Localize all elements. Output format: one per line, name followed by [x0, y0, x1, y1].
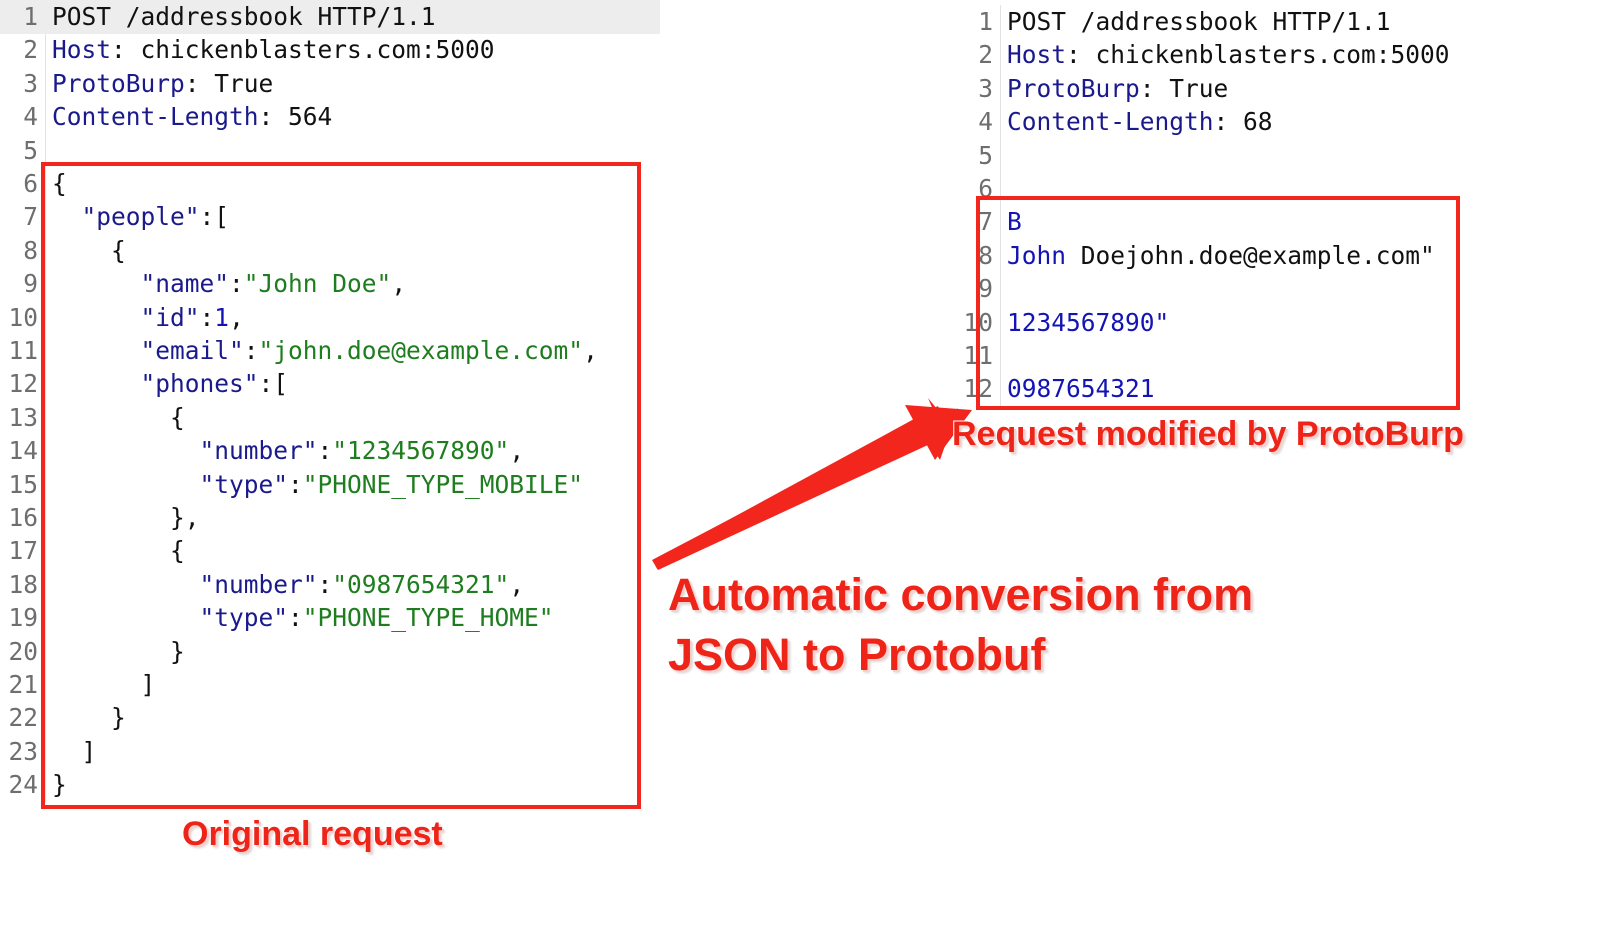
line-number: 21	[8, 670, 38, 699]
line-number: 10	[8, 302, 38, 332]
header-value: 564	[288, 102, 333, 132]
header-name: ProtoBurp	[1007, 73, 1140, 103]
code-line: 1 POST /addressbook HTTP/1.1	[0, 0, 660, 34]
line-number: 22	[8, 703, 38, 733]
code-line: 2 Host: chickenblasters.com:5000	[955, 38, 1600, 72]
line-number: 12	[8, 369, 38, 399]
code-line: 4 Content-Length: 564	[0, 100, 660, 134]
line-number: 19	[8, 603, 38, 633]
header-name: Host	[52, 35, 112, 65]
line-number: 18	[8, 569, 38, 599]
code-line: 3 ProtoBurp: True	[0, 67, 660, 101]
modified-request-editor[interactable]: 1 POST /addressbook HTTP/1.1 2 Host: chicke…	[955, 5, 1600, 820]
code-line: 3 ProtoBurp: True	[955, 72, 1600, 106]
http-path: /addressbook HTTP/1.1	[1080, 7, 1391, 36]
line-content: Content-Length: 564	[52, 102, 333, 132]
modified-request-caption: Request modified by ProtoBurp	[952, 415, 1464, 453]
line-content: Content-Length: 68	[1007, 107, 1273, 137]
line-content: POST /addressbook HTTP/1.1	[1007, 5, 1391, 39]
header-name: Content-Length	[1007, 107, 1214, 137]
line-content: Host: chickenblasters.com:5000	[52, 35, 495, 65]
line-number: 1	[978, 7, 993, 36]
line-content: ProtoBurp: True	[1007, 73, 1229, 103]
line-number: 9	[23, 269, 38, 299]
line-content: ProtoBurp: True	[52, 68, 274, 98]
original-request-caption: Original request	[182, 815, 443, 853]
header-name: Content-Length	[52, 102, 259, 132]
line-number: 8	[23, 235, 38, 265]
http-path: /addressbook HTTP/1.1	[125, 2, 436, 31]
conversion-caption: Automatic conversion from JSON to Protob…	[668, 565, 1253, 685]
line-number: 11	[8, 336, 38, 365]
line-content: POST /addressbook HTTP/1.1	[52, 0, 436, 34]
header-name: ProtoBurp	[52, 68, 185, 98]
line-number: 7	[23, 202, 38, 232]
header-value: chickenblasters.com:5000	[1095, 40, 1450, 70]
conversion-caption-line-1: Automatic conversion from	[668, 569, 1254, 620]
line-number: 2	[23, 35, 38, 65]
line-number: 1	[23, 2, 38, 31]
line-number: 16	[8, 503, 38, 532]
conversion-caption-line-2: JSON to Protobuf	[668, 629, 1046, 680]
code-line: 4 Content-Length: 68	[955, 105, 1600, 139]
line-number: 3	[23, 68, 38, 98]
line-number: 5	[23, 135, 38, 165]
line-number: 20	[8, 636, 38, 666]
header-value: 68	[1243, 107, 1273, 137]
header-name: Host	[1007, 40, 1067, 70]
line-number: 2	[978, 40, 993, 70]
header-value: True	[1169, 73, 1229, 103]
line-number: 4	[978, 107, 993, 137]
line-content: Host: chickenblasters.com:5000	[1007, 40, 1450, 70]
line-number: 6	[23, 169, 38, 198]
code-line: 5	[955, 139, 1600, 173]
line-number: 14	[8, 436, 38, 466]
line-number: 15	[8, 469, 38, 499]
line-number: 4	[23, 102, 38, 132]
line-number: 24	[8, 770, 38, 800]
original-body-highlight-box	[41, 162, 641, 809]
line-number: 23	[8, 736, 38, 766]
header-value: chickenblasters.com:5000	[140, 35, 495, 65]
modified-body-highlight-box	[976, 196, 1460, 410]
http-method: POST	[1007, 7, 1067, 36]
http-method: POST	[52, 2, 112, 31]
header-value: True	[214, 68, 274, 98]
code-line: 1 POST /addressbook HTTP/1.1	[955, 5, 1600, 39]
code-line: 2 Host: chickenblasters.com:5000	[0, 33, 660, 67]
line-number: 17	[8, 536, 38, 566]
line-number: 5	[978, 140, 993, 170]
line-number: 13	[8, 402, 38, 432]
line-number: 3	[978, 73, 993, 103]
